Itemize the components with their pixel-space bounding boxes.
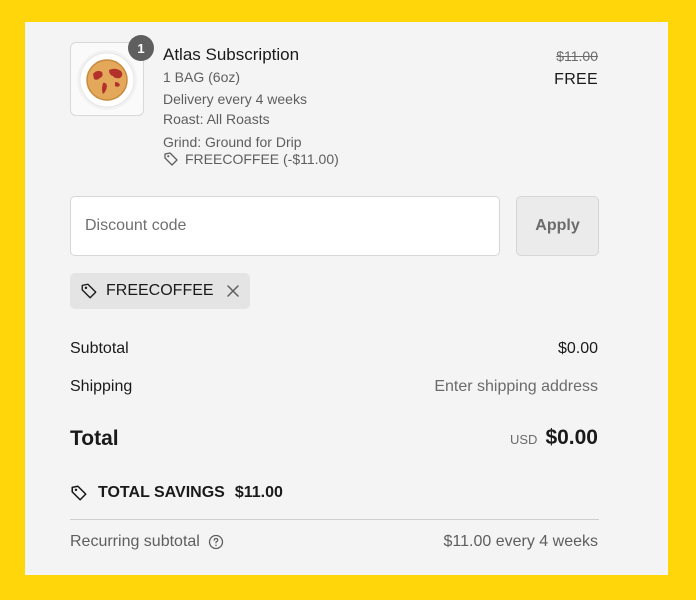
recurring-subtotal-value: $11.00 every 4 weeks xyxy=(443,533,598,550)
recurring-subtotal: Recurring subtotal xyxy=(70,533,224,551)
product-discount-text: FREECOFFEE (-$11.00) xyxy=(185,151,339,167)
order-summary-panel: 1 Atlas Subscription 1 BAG (6oz) Deliver… xyxy=(25,22,668,575)
total-amount: $0.00 xyxy=(545,426,598,449)
quantity-badge: 1 xyxy=(128,35,154,61)
shipping-label: Shipping xyxy=(70,378,133,395)
tag-icon xyxy=(164,152,178,166)
product-title: Atlas Subscription xyxy=(163,45,300,64)
total-label: Total xyxy=(70,427,119,450)
currency-code: USD xyxy=(509,432,538,447)
total-value-group: USD $0.00 xyxy=(510,426,598,450)
apply-button[interactable]: Apply xyxy=(516,196,599,256)
applied-discount-chip: FREECOFFEE xyxy=(70,273,250,309)
subtotal-label: Subtotal xyxy=(70,340,129,357)
total-savings-value: $11.00 xyxy=(234,484,283,501)
close-icon xyxy=(226,285,239,297)
applied-discount-code: FREECOFFEE xyxy=(106,282,214,299)
recurring-subtotal-label: Recurring subtotal xyxy=(70,533,200,550)
remove-discount-button[interactable] xyxy=(226,284,240,298)
original-price: $11.00 xyxy=(556,48,598,64)
final-price: FREE xyxy=(554,71,598,88)
product-discount-line: FREECOFFEE (-$11.00) xyxy=(163,151,339,167)
discount-code-input[interactable] xyxy=(70,196,500,256)
question-circle-icon[interactable] xyxy=(208,534,224,550)
variant-size: 1 BAG (6oz) xyxy=(163,69,241,85)
total-savings-label: TOTAL SAVINGS xyxy=(98,484,225,501)
total-savings: TOTAL SAVINGS $11.00 xyxy=(70,484,283,502)
shipping-value: Enter shipping address xyxy=(434,378,598,395)
divider xyxy=(70,519,599,520)
variant-roast: Roast: All Roasts xyxy=(163,111,270,127)
tag-icon xyxy=(81,283,97,299)
tag-icon xyxy=(71,485,87,501)
subtotal-value: $0.00 xyxy=(557,340,598,357)
variant-grind: Grind: Ground for Drip xyxy=(163,134,302,150)
variant-delivery: Delivery every 4 weeks xyxy=(163,91,307,107)
